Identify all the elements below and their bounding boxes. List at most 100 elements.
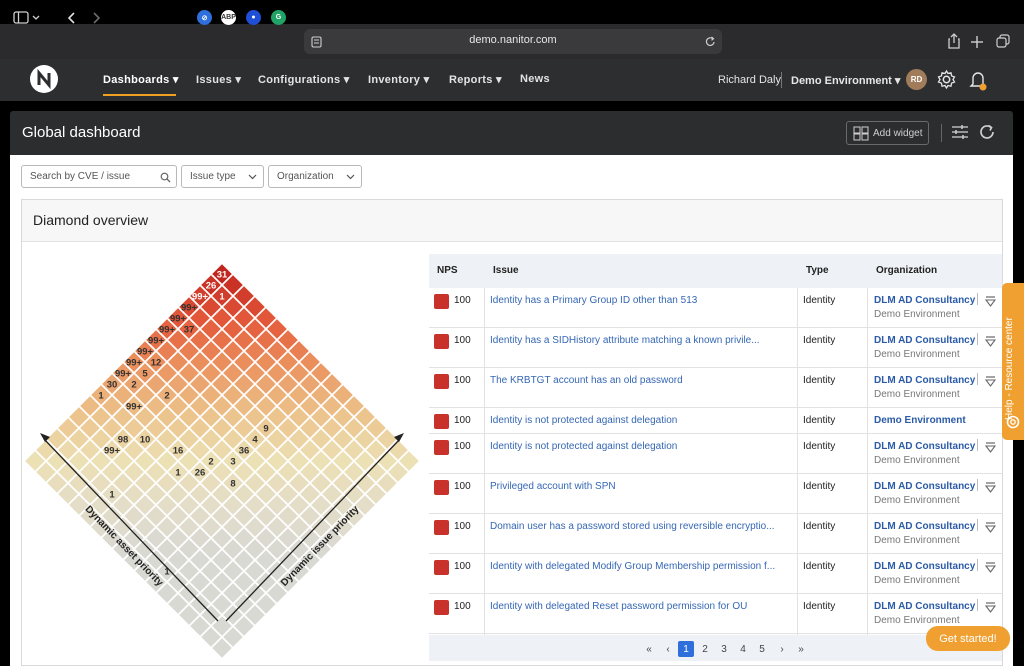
new-tab-icon[interactable] (971, 35, 983, 53)
adblock-extension-icon[interactable]: ABP (221, 10, 236, 25)
table-row[interactable] (429, 474, 1002, 514)
organization-link[interactable]: Demo Environment (874, 415, 966, 426)
diamond-cell-count[interactable]: 1 (109, 490, 115, 501)
organization-link[interactable]: DLM AD Consultancy (874, 601, 975, 612)
refresh-icon[interactable] (978, 123, 996, 146)
filter-icon[interactable] (984, 375, 997, 392)
diamond-cell-count[interactable]: 4 (252, 435, 258, 446)
filter-icon[interactable] (984, 601, 997, 618)
next-page-button[interactable]: › (774, 641, 790, 657)
diamond-cell-count[interactable]: 12 (151, 358, 162, 369)
diamond-cell-count[interactable]: 3 (230, 457, 235, 468)
table-row[interactable] (429, 368, 1002, 408)
organization-select[interactable]: Organization (268, 165, 362, 188)
diamond-cell-count[interactable]: 99+ (181, 303, 198, 314)
table-row[interactable] (429, 288, 1002, 328)
issue-link[interactable]: Identity with delegated Modify Group Mem… (490, 561, 775, 572)
diamond-cell-count[interactable]: 36 (239, 446, 250, 457)
organization-link[interactable]: DLM AD Consultancy (874, 335, 975, 346)
page-button[interactable]: 2 (697, 641, 713, 657)
diamond-cell-count[interactable]: 1 (175, 468, 181, 479)
nav-item[interactable]: Configurations ▾ (258, 73, 350, 86)
prev-page-button[interactable]: ‹ (660, 641, 676, 657)
first-page-button[interactable]: « (641, 641, 657, 657)
diamond-cell-count[interactable]: 99+ (104, 446, 121, 457)
sliders-icon[interactable] (951, 124, 969, 145)
filter-icon[interactable] (984, 521, 997, 538)
diamond-cell-count[interactable]: 30 (107, 380, 118, 391)
environment-selector[interactable]: Demo Environment ▾ (791, 74, 900, 87)
add-widget-button[interactable]: Add widget (846, 121, 929, 145)
last-page-button[interactable]: » (793, 641, 809, 657)
issue-link[interactable]: Identity is not protected against delega… (490, 441, 677, 452)
grammarly-icon[interactable]: G (271, 10, 286, 25)
diamond-cell-count[interactable]: 99+ (115, 369, 132, 380)
filter-icon[interactable] (984, 335, 997, 352)
filter-icon[interactable] (984, 481, 997, 498)
col-organization[interactable]: Organization (876, 265, 937, 276)
avatar[interactable]: RD (906, 69, 927, 90)
issue-link[interactable]: Identity is not protected against delega… (490, 415, 677, 426)
page-button[interactable]: 3 (716, 641, 732, 657)
page-button[interactable]: 5 (754, 641, 770, 657)
diamond-cell-count[interactable]: 1 (98, 391, 104, 402)
page-button[interactable]: 4 (735, 641, 751, 657)
organization-link[interactable]: DLM AD Consultancy (874, 295, 975, 306)
diamond-cell-count[interactable]: 99+ (126, 402, 143, 413)
organization-link[interactable]: DLM AD Consultancy (874, 441, 975, 452)
issue-link[interactable]: Identity with delegated Reset password p… (490, 601, 747, 612)
nav-item[interactable]: Inventory ▾ (368, 73, 429, 86)
issue-link[interactable]: Privileged account with SPN (490, 481, 616, 492)
diamond-cell-count[interactable]: 31 (217, 270, 228, 281)
diamond-cell-count[interactable]: 99+ (192, 292, 209, 303)
nav-item[interactable]: News (520, 73, 550, 85)
table-row[interactable] (429, 554, 1002, 594)
organization-link[interactable]: DLM AD Consultancy (874, 481, 975, 492)
filter-icon[interactable] (984, 441, 997, 458)
diamond-cell-count[interactable]: 37 (184, 325, 195, 336)
col-type[interactable]: Type (806, 265, 829, 276)
diamond-cell-count[interactable]: 2 (164, 391, 169, 402)
filter-icon[interactable] (984, 295, 997, 312)
col-issue[interactable]: Issue (493, 265, 519, 276)
table-row[interactable] (429, 514, 1002, 554)
nanitor-logo[interactable] (30, 65, 58, 93)
issue-link[interactable]: Domain user has a password stored using … (490, 521, 775, 532)
organization-link[interactable]: DLM AD Consultancy (874, 375, 975, 386)
diamond-cell-count[interactable]: 99+ (126, 358, 143, 369)
issue-link[interactable]: The KRBTGT account has an old password (490, 375, 683, 386)
reload-icon[interactable] (705, 35, 716, 53)
table-row[interactable] (429, 434, 1002, 474)
search-input[interactable]: Search by CVE / issue (21, 165, 177, 188)
back-icon[interactable] (62, 7, 82, 29)
col-nps[interactable]: NPS (437, 265, 458, 276)
diamond-cell-count[interactable]: 9 (263, 424, 268, 435)
diamond-cell-count[interactable]: 2 (208, 457, 213, 468)
share-icon[interactable] (947, 33, 961, 54)
get-started-button[interactable]: Get started! (926, 626, 1010, 651)
table-row[interactable] (429, 594, 1002, 634)
diamond-cell-count[interactable]: 99+ (137, 347, 154, 358)
diamond-cell-count[interactable]: 99+ (148, 336, 165, 347)
user-name[interactable]: Richard Daly (718, 74, 781, 86)
tab-overview-icon[interactable] (996, 34, 1010, 53)
forward-icon[interactable] (86, 7, 106, 29)
password-manager-icon[interactable]: ● (246, 10, 261, 25)
diamond-cell-count[interactable]: 10 (140, 435, 151, 446)
page-button[interactable]: 1 (678, 641, 694, 657)
diamond-cell-count[interactable]: 5 (142, 369, 148, 380)
organization-link[interactable]: DLM AD Consultancy (874, 561, 975, 572)
diamond-cell-count[interactable]: 16 (173, 446, 184, 457)
bell-icon[interactable] (969, 69, 989, 96)
sidebar-toggle-icon[interactable] (10, 7, 46, 29)
diamond-cell-count[interactable]: 26 (195, 468, 206, 479)
extension-icon[interactable]: ⊘ (197, 10, 212, 25)
diamond-cell-count[interactable]: 99+ (159, 325, 176, 336)
nav-item[interactable]: Dashboards ▾ (103, 73, 179, 86)
gear-icon[interactable] (936, 69, 957, 95)
diamond-cell-count[interactable]: 8 (230, 479, 235, 490)
diamond-cell-count[interactable]: 98 (118, 435, 129, 446)
table-row[interactable] (429, 328, 1002, 368)
diamond-cell-count[interactable]: 99+ (170, 314, 187, 325)
nav-item[interactable]: Issues ▾ (196, 73, 241, 86)
